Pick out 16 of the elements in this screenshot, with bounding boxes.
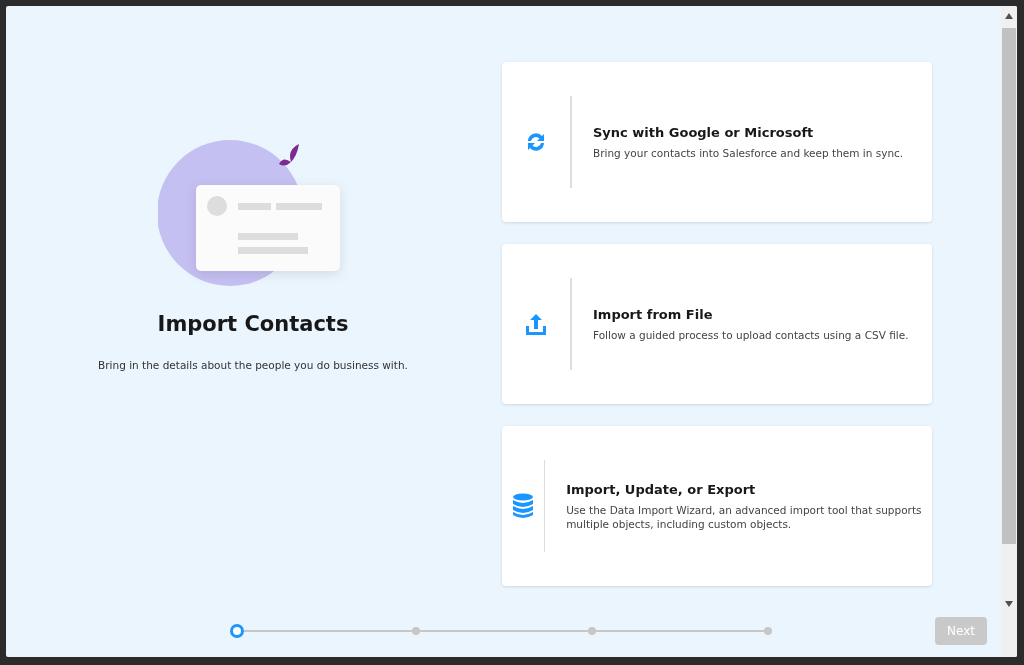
database-icon [511,493,534,519]
scrollbar-thumb[interactable] [1002,28,1016,544]
option-description: Use the Data Import Wizard, an advanced import tool that supports multiple objects, including custom objects. [566,502,923,531]
scroll-up-icon[interactable] [1005,13,1013,19]
option-card[interactable]: Sync with Google or Microsoft Bring your contacts into Salesforce and keep them in sync. [502,62,932,222]
option-title: Import from File [593,306,714,322]
dialog-description: Bring in the details about the people you do business with. [98,359,408,371]
option-title: Import, Update, or Export [566,481,757,497]
option-card[interactable]: Import from File Follow a guided process to upload contacts using a CSV file. [502,244,932,404]
option-description: Follow a guided process to upload contacts using a CSV file. [593,327,910,342]
option-title: Sync with Google or Microsoft [593,124,815,140]
option-description: Bring your contacts into Salesforce and keep them in sync. [593,145,905,160]
upload-icon [523,311,549,337]
scroll-down-icon[interactable] [1005,601,1013,607]
option-card[interactable]: Import, Update, or Export Use the Data Import Wizard, an advanced import tool that supports multiple objects, including custom objects. [502,426,932,586]
dialog-title: Import Contacts [157,312,349,336]
